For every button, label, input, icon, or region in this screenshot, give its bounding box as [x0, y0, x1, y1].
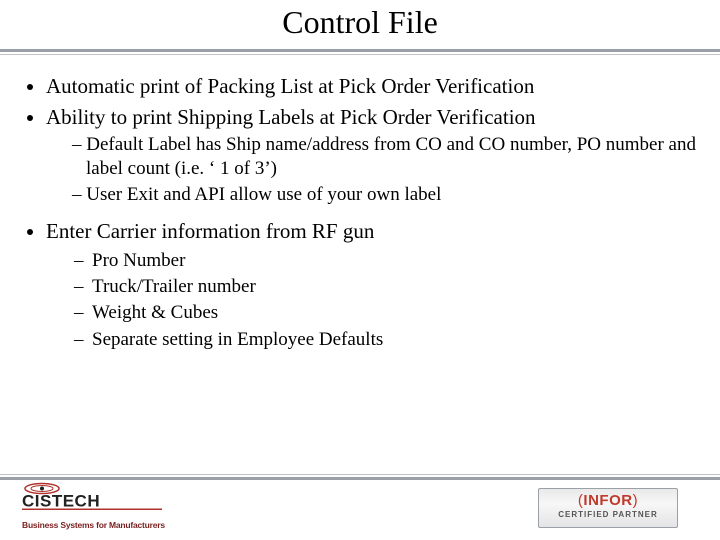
bullet-item: Enter Carrier information from RF gun –P…	[46, 218, 702, 352]
slide-title: Control File	[0, 4, 720, 41]
bracket-close: )	[633, 492, 639, 509]
title-area: Control File	[0, 0, 720, 47]
sub-bullet-item: User Exit and API allow use of your own …	[72, 183, 702, 207]
cistech-logo: CISTECH Business Systems for Manufacture…	[22, 477, 192, 530]
bullet-text: Ability to print Shipping Labels at Pick…	[46, 105, 536, 129]
infor-partner-badge: (INFOR) CERTIFIED PARTNER	[538, 488, 678, 528]
bullet-item: Ability to print Shipping Labels at Pick…	[46, 104, 702, 208]
sub-bullet-text: Separate setting in Employee Defaults	[92, 329, 383, 350]
bullet-text: Automatic print of Packing List at Pick …	[46, 74, 534, 98]
title-rule-thick	[0, 49, 720, 52]
slide: Control File Automatic print of Packing …	[0, 0, 720, 540]
sub-bullet-text: Truck/Trailer number	[92, 276, 256, 297]
infor-brand: (INFOR)	[539, 492, 677, 509]
sub-bullet-text: Default Label has Ship name/address from…	[86, 134, 696, 179]
sub-bullet-list: Default Label has Ship name/address from…	[46, 133, 702, 208]
footer-rule-thin	[0, 474, 720, 475]
sub-bullet-item: Default Label has Ship name/address from…	[72, 133, 702, 182]
certified-partner-label: CERTIFIED PARTNER	[539, 510, 677, 519]
bullet-list: Automatic print of Packing List at Pick …	[18, 73, 702, 352]
sub-bullet-text: Weight & Cubes	[92, 302, 218, 323]
cistech-logo-svg: CISTECH	[22, 477, 192, 517]
logo-row: CISTECH Business Systems for Manufacture…	[0, 484, 720, 534]
bullet-item: Automatic print of Packing List at Pick …	[46, 73, 702, 100]
infor-brand-text: INFOR	[583, 492, 632, 509]
sub-bullet-item: –Weight & Cubes	[74, 301, 702, 325]
sub-bullet-text: User Exit and API allow use of your own …	[86, 184, 441, 205]
content-area: Automatic print of Packing List at Pick …	[0, 55, 720, 352]
sub-bullet-item: –Separate setting in Employee Defaults	[74, 328, 702, 352]
bullet-text: Enter Carrier information from RF gun	[46, 219, 374, 243]
sub-bullet-text: Pro Number	[92, 250, 185, 271]
sub-bullet-item: –Pro Number	[74, 249, 702, 273]
cistech-tagline: Business Systems for Manufacturers	[22, 520, 192, 530]
cistech-wordmark: CISTECH	[22, 492, 100, 511]
sub-bullet-list: –Pro Number –Truck/Trailer number –Weigh…	[46, 249, 702, 352]
sub-bullet-item: –Truck/Trailer number	[74, 275, 702, 299]
